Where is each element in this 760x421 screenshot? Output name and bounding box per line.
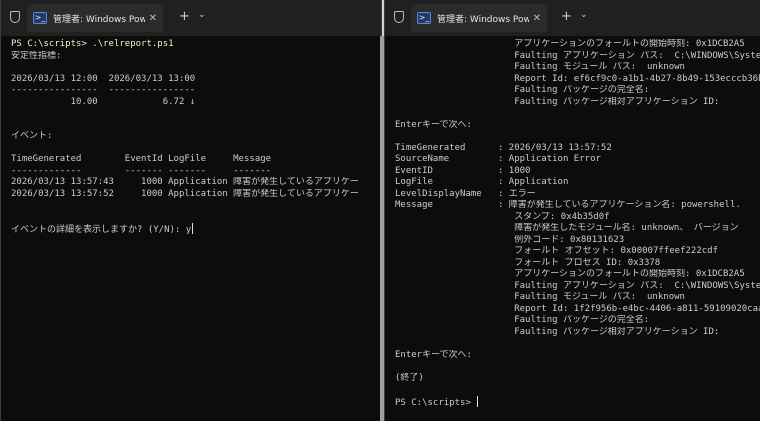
right-tab-bar: >_ 管理者: Windows PowerShell ✕ + ⌄ <box>385 0 760 36</box>
prompt-text: イベントの詳細を表示しますか? (Y/N): y <box>11 225 192 235</box>
output-line: EventID : 1000 <box>395 165 531 176</box>
shield-icon <box>10 11 20 23</box>
output-line: 安定性指標: <box>11 50 62 61</box>
new-tab-icon[interactable]: + <box>561 9 572 24</box>
output-line: Report Id: ef6cf9c0-a1b1-4b27-8b49-153ec… <box>395 73 760 84</box>
output-line: Faulting パッケージ相対アプリケーション ID: <box>395 96 720 107</box>
new-tab-icon[interactable]: + <box>179 9 190 24</box>
output-line: LevelDisplayName : エラー <box>395 188 536 199</box>
output-line: Enterキーで次へ: <box>395 349 472 360</box>
output-line: Faulting パッケージの完全名: <box>395 85 650 95</box>
prompt-text: PS C:\scripts> <box>395 397 477 408</box>
chevron-down-icon[interactable]: ⌄ <box>580 10 588 20</box>
output-line: LogFile : Application <box>395 177 569 187</box>
prompt-line: PS C:\scripts> <box>395 395 760 408</box>
left-tab-powershell[interactable]: >_ 管理者: Windows PowerShell ✕ <box>27 4 163 32</box>
output-line: 障害が発生したモジュール名: unknown、 バージョン <box>395 223 739 233</box>
output-line: Message : 障害が発生しているアプリケーション名: powershell… <box>395 200 741 210</box>
right-terminal-window: >_ 管理者: Windows PowerShell ✕ + ⌄ アプリケーショ… <box>384 0 760 421</box>
output-line: アプリケーションのフォールトの開始時刻: 0x1DCB2A5 <box>395 269 745 279</box>
output-line: スタンプ: 0x4b35d0f <box>395 211 610 222</box>
powershell-icon: >_ <box>33 12 47 24</box>
left-terminal-output[interactable]: PS C:\scripts> .\relreport.ps1 安定性指標: 20… <box>1 36 381 421</box>
output-line: 例外コード: 0x80131623 <box>395 234 625 245</box>
left-tab-bar: >_ 管理者: Windows PowerShell ✕ + ⌄ <box>1 0 381 36</box>
powershell-icon: >_ <box>417 12 431 24</box>
output-line: イベント: <box>11 131 53 141</box>
tab-title: 管理者: Windows PowerShell <box>53 14 145 25</box>
output-line: 2026/03/13 13:57:43 1000 Application 障害が… <box>11 177 359 187</box>
chevron-down-icon[interactable]: ⌄ <box>198 10 206 20</box>
output-line: ------------- ------- ------- ------- <box>11 165 272 176</box>
output-line: TimeGenerated EventId LogFile Message <box>11 154 272 164</box>
right-tab-powershell[interactable]: >_ 管理者: Windows PowerShell ✕ <box>411 4 547 32</box>
close-icon[interactable]: ✕ <box>533 13 541 24</box>
output-line: フォールト オフセット: 0x00007ffeef222cdf <box>395 246 718 256</box>
shield-icon <box>394 11 404 23</box>
text-cursor <box>477 395 479 407</box>
output-line: (終了) <box>395 372 424 383</box>
command-line: PS C:\scripts> .\relreport.ps1 <box>11 39 174 49</box>
output-line: 10.00 6.72 ↓ <box>11 96 196 107</box>
output-line: TimeGenerated : 2026/03/13 13:57:52 <box>395 142 612 153</box>
output-line: 2026/03/13 13:57:52 1000 Application 障害が… <box>11 188 359 199</box>
output-line: Faulting モジュール パス: unknown <box>395 292 685 302</box>
tab-title: 管理者: Windows PowerShell <box>437 14 529 25</box>
output-line: 2026/03/13 12:00 2026/03/13 13:00 <box>11 73 196 84</box>
output-line: Enterキーで次へ: <box>395 119 472 130</box>
output-line: アプリケーションのフォールトの開始時刻: 0x1DCB2A5 <box>395 39 745 49</box>
output-line: Faulting モジュール パス: unknown <box>395 62 685 72</box>
right-terminal-output[interactable]: アプリケーションのフォールトの開始時刻: 0x1DCB2A5 Faulting … <box>385 36 760 421</box>
output-line: フォールト プロセス ID: 0x3378 <box>395 257 661 268</box>
left-terminal-window: >_ 管理者: Windows PowerShell ✕ + ⌄ PS C:\s… <box>0 0 382 421</box>
output-line: Faulting パッケージの完全名: <box>395 315 650 325</box>
output-line: ---------------- ---------------- <box>11 85 196 95</box>
text-cursor <box>192 223 194 234</box>
output-line: Report Id: 1f2f956b-e4bc-4406-a811-59109… <box>395 303 760 314</box>
close-icon[interactable]: ✕ <box>149 13 157 24</box>
output-line: SourceName : Application Error <box>395 154 601 164</box>
prompt-line: イベントの詳細を表示しますか? (Y/N): y <box>11 223 381 235</box>
output-line: Faulting アプリケーション パス: C:\WINDOWS\Syste <box>395 50 760 61</box>
output-line: Faulting パッケージ相対アプリケーション ID: <box>395 326 720 337</box>
output-line: Faulting アプリケーション パス: C:\WINDOWS\Syste <box>395 280 760 291</box>
